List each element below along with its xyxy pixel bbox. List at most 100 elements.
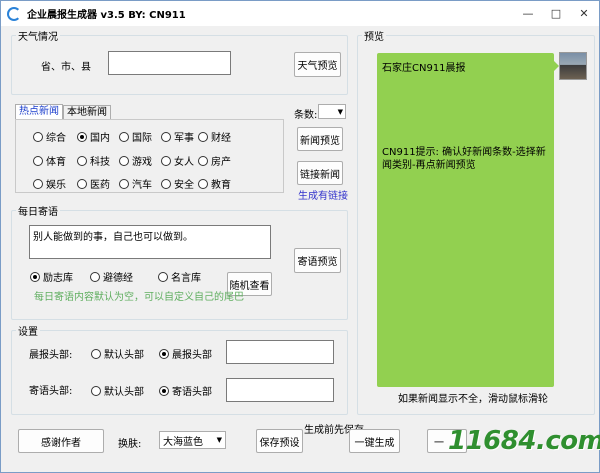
radio-label: 默认头部	[104, 387, 144, 398]
scroll-hint: 如果新闻显示不全，滑动鼠标滑轮	[398, 394, 548, 405]
radio-circle	[77, 155, 87, 166]
daily-custom-header-radio[interactable]: 寄语头部	[159, 383, 212, 398]
preview-bubble: 石家庄CN911晨报 CN911提示: 确认好新闻条数-选择新闻类别-再点新闻预…	[377, 53, 554, 387]
radio-circle	[119, 178, 129, 189]
skin-select-value: 大海蓝色	[163, 436, 203, 448]
news-category-radio[interactable]: 国际	[119, 129, 152, 144]
radio-label: 财经	[211, 133, 231, 144]
morning-custom-header-radio[interactable]: 晨报头部	[159, 346, 212, 361]
radio-circle	[33, 155, 43, 166]
radio-label: 名言库	[171, 273, 201, 284]
radio-circle	[159, 348, 169, 359]
radio-label: 国内	[90, 133, 110, 144]
daily-message-input[interactable]: 别人能做到的事，自己也可以做到。	[29, 225, 271, 259]
news-category-radio[interactable]: 体育	[33, 153, 66, 168]
app-logo-icon	[7, 6, 21, 21]
radio-label: 综合	[46, 133, 66, 144]
title-bar: 企业晨报生成器 v3.5 BY: CN911 — □ ✕	[1, 1, 599, 26]
tab-local-news[interactable]: 本地新闻	[63, 105, 111, 119]
radio-circle	[77, 131, 87, 142]
news-tabs: 热点新闻 本地新闻	[15, 104, 111, 119]
thanks-author-button[interactable]: 感谢作者	[18, 429, 104, 453]
news-category-radio[interactable]: 医药	[77, 176, 110, 191]
close-button[interactable]: ✕	[570, 1, 598, 26]
radio-circle	[30, 271, 40, 282]
news-category-radio[interactable]: 国内	[77, 129, 110, 144]
radio-label: 体育	[46, 157, 66, 168]
skin-select[interactable]: 大海蓝色 ▼	[159, 431, 226, 449]
radio-label: 默认头部	[104, 350, 144, 361]
news-count-label: 条数:	[294, 110, 318, 121]
save-preset-button[interactable]: 保存预设	[256, 429, 303, 453]
radio-label: 医药	[90, 180, 110, 191]
one-click-generate-button[interactable]: 一键生成	[349, 429, 400, 453]
region-label: 省、市、县	[41, 62, 91, 73]
preview-legend: 预览	[364, 32, 384, 43]
preview-heading: 石家庄CN911晨报	[382, 63, 466, 74]
morning-header-input[interactable]	[226, 340, 334, 364]
radio-circle	[198, 155, 208, 166]
radio-circle	[33, 131, 43, 142]
weather-legend: 天气情况	[18, 32, 58, 43]
radio-circle	[119, 155, 129, 166]
radio-label: 科技	[90, 157, 110, 168]
news-category-radio[interactable]: 女人	[161, 153, 194, 168]
morning-header-label: 晨报头部:	[29, 350, 73, 361]
tab-hot-news[interactable]: 热点新闻	[15, 104, 63, 119]
radio-label: 娱乐	[46, 180, 66, 191]
daily-header-input[interactable]	[226, 378, 334, 402]
radio-label: 励志库	[43, 273, 73, 284]
daily-source-radio[interactable]: 避德经	[90, 269, 133, 284]
link-news-button[interactable]: 链接新闻	[297, 161, 343, 185]
news-category-radio[interactable]: 科技	[77, 153, 110, 168]
news-category-radio[interactable]: 综合	[33, 129, 66, 144]
news-category-radio[interactable]: 娱乐	[33, 176, 66, 191]
radio-circle	[33, 178, 43, 189]
region-input[interactable]	[108, 51, 231, 75]
settings-legend: 设置	[18, 327, 38, 338]
radio-label: 晨报头部	[172, 350, 212, 361]
daily-source-radio[interactable]: 名言库	[158, 269, 201, 284]
radio-circle	[77, 178, 87, 189]
daily-preview-button[interactable]: 寄语预览	[294, 248, 341, 273]
news-category-radio[interactable]: 安全	[161, 176, 194, 191]
radio-label: 国际	[132, 133, 152, 144]
news-preview-button[interactable]: 新闻预览	[297, 127, 343, 151]
radio-label: 游戏	[132, 157, 152, 168]
news-count-select[interactable]: ▼	[318, 104, 346, 119]
daily-header-label: 寄语头部:	[29, 386, 73, 397]
main-content: 天气情况 省、市、县 天气预览 热点新闻 本地新闻 综合 国内 国际 军事 财经体育 科技…	[1, 26, 600, 472]
radio-label: 教育	[211, 180, 231, 191]
app-window: 企业晨报生成器 v3.5 BY: CN911 — □ ✕ 天气情况 省、市、县 …	[0, 0, 600, 473]
news-category-radio[interactable]: 游戏	[119, 153, 152, 168]
radio-circle	[198, 131, 208, 142]
radio-label: 避德经	[103, 273, 133, 284]
radio-circle	[158, 271, 168, 282]
minimize-button[interactable]: —	[514, 1, 542, 26]
radio-circle	[91, 385, 101, 396]
news-category-radio[interactable]: 汽车	[119, 176, 152, 191]
news-category-radio[interactable]: 房产	[198, 153, 231, 168]
news-category-radio[interactable]: 财经	[198, 129, 231, 144]
news-category-radio[interactable]: 军事	[161, 129, 194, 144]
preview-tip: CN911提示: 确认好新闻条数-选择新闻类别-再点新闻预览	[382, 147, 546, 171]
chevron-down-icon: ▼	[216, 436, 222, 444]
radio-label: 女人	[174, 157, 194, 168]
daily-source-radio[interactable]: 励志库	[30, 269, 73, 284]
news-category-radio[interactable]: 教育	[198, 176, 231, 191]
radio-label: 寄语头部	[172, 387, 212, 398]
avatar	[559, 52, 587, 80]
site-watermark-logo: 11684.com	[448, 426, 600, 456]
link-news-hint: 生成有链接	[298, 191, 348, 202]
radio-circle	[159, 385, 169, 396]
morning-default-header-radio[interactable]: 默认头部	[91, 346, 144, 361]
daily-message-hint: 每日寄语内容默认为空，可以自定义自己的尾巴	[34, 292, 244, 303]
radio-circle	[161, 131, 171, 142]
daily-default-header-radio[interactable]: 默认头部	[91, 383, 144, 398]
maximize-button[interactable]: □	[542, 1, 570, 26]
radio-circle	[119, 131, 129, 142]
weather-preview-button[interactable]: 天气预览	[294, 52, 341, 77]
radio-label: 军事	[174, 133, 194, 144]
radio-circle	[91, 348, 101, 359]
daily-message-legend: 每日寄语	[18, 207, 58, 218]
